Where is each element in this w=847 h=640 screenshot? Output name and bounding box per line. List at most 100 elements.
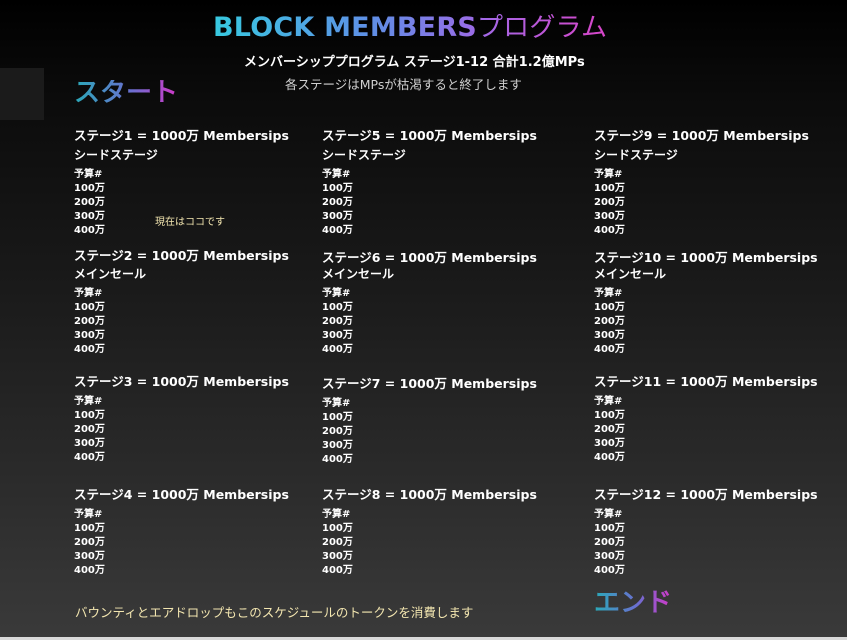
budget-label: 予算# xyxy=(594,169,623,180)
budget-row: 100万 xyxy=(322,523,353,534)
stage-title: ステージ2 = 1000万 Membersips xyxy=(74,248,289,263)
current-position-marker: 現在はココです xyxy=(155,217,225,228)
stage-title: ステージ4 = 1000万 Membersips xyxy=(74,487,289,502)
budget-list: 予算# 100万 200万 300万 400万 xyxy=(74,287,289,357)
budget-row: 400万 xyxy=(74,452,105,463)
budget-row: 100万 xyxy=(594,410,625,421)
budget-list: 予算# 100万 200万 300万 400万 xyxy=(322,397,537,467)
budget-label: 予算# xyxy=(594,396,623,407)
budget-label: 予算# xyxy=(322,509,351,520)
budget-row: 200万 xyxy=(594,537,625,548)
budget-row: 300万 xyxy=(322,551,353,562)
stage-title: ステージ5 = 1000万 Membersips xyxy=(322,128,537,143)
page-title: BLOCK MEMBERSプログラム xyxy=(213,7,607,44)
footer-note: バウンティとエアドロップもこのスケジュールのトークンを消費します xyxy=(75,605,474,620)
budget-list: 予算# 100万 200万 300万 400万 xyxy=(594,508,818,578)
budget-list: 予算# 100万 200万 300万 400万 xyxy=(74,508,289,578)
stage-10: ステージ10 = 1000万 Membersips メインセール 予算# 100… xyxy=(594,250,818,357)
budget-row: 200万 xyxy=(322,316,353,327)
budget-row: 100万 xyxy=(594,183,625,194)
stage-title: ステージ1 = 1000万 Membersips xyxy=(74,128,289,143)
side-panel-block xyxy=(0,68,44,120)
stage-11: ステージ11 = 1000万 Membersips 予算# 100万 200万 … xyxy=(594,374,818,465)
budget-row: 100万 xyxy=(322,412,353,423)
budget-list: 予算# 100万 200万 300万 400万 xyxy=(322,287,537,357)
budget-row: 300万 xyxy=(322,211,353,222)
budget-label: 予算# xyxy=(74,509,103,520)
budget-row: 300万 xyxy=(594,330,625,341)
budget-row: 100万 xyxy=(594,302,625,313)
budget-row: 100万 xyxy=(74,183,105,194)
budget-list: 予算# 100万 200万 300万 400万 xyxy=(594,395,818,465)
page-title-brand: BLOCK MEMBERS xyxy=(213,12,477,43)
budget-list: 予算# 100万 200万 300万 400万 xyxy=(74,395,289,465)
budget-row: 300万 xyxy=(594,211,625,222)
budget-list: 予算# 100万 200万 300万 400万 xyxy=(322,168,537,238)
budget-label: 予算# xyxy=(322,288,351,299)
budget-row: 200万 xyxy=(322,426,353,437)
budget-list: 予算# 100万 200万 300万 400万 xyxy=(322,508,537,578)
stage-subtitle: メインセール xyxy=(74,267,147,281)
budget-row: 300万 xyxy=(74,551,105,562)
program-subtitle: メンバーシッププログラム ステージ1-12 合計1.2億MPs xyxy=(244,55,585,70)
budget-label: 予算# xyxy=(74,396,103,407)
budget-label: 予算# xyxy=(322,169,351,180)
budget-row: 100万 xyxy=(322,302,353,313)
budget-row: 400万 xyxy=(594,452,625,463)
budget-row: 400万 xyxy=(322,454,353,465)
budget-row: 200万 xyxy=(594,316,625,327)
stage-title: ステージ8 = 1000万 Membersips xyxy=(322,487,537,502)
stage-12: ステージ12 = 1000万 Membersips 予算# 100万 200万 … xyxy=(594,487,818,578)
budget-row: 300万 xyxy=(594,438,625,449)
stage-7: ステージ7 = 1000万 Membersips 予算# 100万 200万 3… xyxy=(322,376,537,467)
stage-4: ステージ4 = 1000万 Membersips 予算# 100万 200万 3… xyxy=(74,487,289,578)
budget-row: 200万 xyxy=(322,537,353,548)
stage-title: ステージ6 = 1000万 Membersips xyxy=(322,250,537,265)
stage-subtitle: シードステージ xyxy=(594,148,678,162)
budget-label: 予算# xyxy=(322,398,351,409)
budget-row: 100万 xyxy=(74,302,105,313)
budget-row: 300万 xyxy=(594,551,625,562)
budget-row: 400万 xyxy=(594,225,625,236)
budget-row: 400万 xyxy=(74,344,105,355)
stage-2: ステージ2 = 1000万 Membersips メインセール 予算# 100万… xyxy=(74,248,289,357)
budget-row: 200万 xyxy=(594,424,625,435)
budget-row: 100万 xyxy=(74,523,105,534)
budget-row: 400万 xyxy=(594,565,625,576)
stage-8: ステージ8 = 1000万 Membersips 予算# 100万 200万 3… xyxy=(322,487,537,578)
budget-label: 予算# xyxy=(74,288,103,299)
budget-row: 300万 xyxy=(74,438,105,449)
stage-title: ステージ12 = 1000万 Membersips xyxy=(594,487,818,502)
budget-label: 予算# xyxy=(74,169,103,180)
stage-subtitle: シードステージ xyxy=(74,148,158,162)
budget-row: 400万 xyxy=(322,225,353,236)
stage-subtitle: メインセール xyxy=(322,267,395,281)
page-title-program: プログラム xyxy=(476,13,608,43)
stage-subtitle: メインセール xyxy=(594,267,667,281)
budget-list: 予算# 100万 200万 300万 400万 xyxy=(594,168,809,238)
stage-subtitle: シードステージ xyxy=(322,148,406,162)
budget-row: 200万 xyxy=(74,316,105,327)
budget-row: 100万 xyxy=(74,410,105,421)
budget-row: 400万 xyxy=(322,344,353,355)
end-label: エンド xyxy=(594,588,673,618)
budget-row: 300万 xyxy=(74,330,105,341)
budget-row: 400万 xyxy=(594,344,625,355)
stage-title: ステージ7 = 1000万 Membersips xyxy=(322,376,537,391)
stage-3: ステージ3 = 1000万 Membersips 予算# 100万 200万 3… xyxy=(74,374,289,465)
budget-row: 200万 xyxy=(74,424,105,435)
stage-9: ステージ9 = 1000万 Membersips シードステージ 予算# 100… xyxy=(594,128,809,238)
budget-label: 予算# xyxy=(594,509,623,520)
budget-label: 予算# xyxy=(594,288,623,299)
start-label: スタート xyxy=(74,78,179,108)
budget-row: 200万 xyxy=(594,197,625,208)
stage-title: ステージ3 = 1000万 Membersips xyxy=(74,374,289,389)
program-note: 各ステージはMPsが枯渇すると終了します xyxy=(285,77,522,92)
stage-title: ステージ9 = 1000万 Membersips xyxy=(594,128,809,143)
budget-row: 100万 xyxy=(322,183,353,194)
budget-row: 400万 xyxy=(74,565,105,576)
budget-row: 200万 xyxy=(322,197,353,208)
stage-title: ステージ11 = 1000万 Membersips xyxy=(594,374,818,389)
budget-list: 予算# 100万 200万 300万 400万 xyxy=(594,287,818,357)
stage-6: ステージ6 = 1000万 Membersips メインセール 予算# 100万… xyxy=(322,250,537,357)
